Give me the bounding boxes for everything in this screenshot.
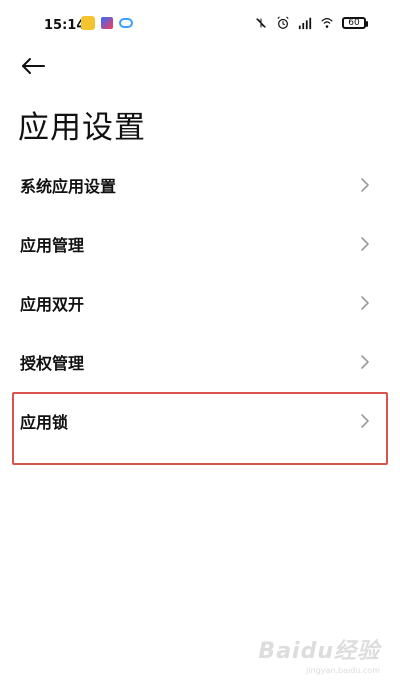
vibrate-icon	[254, 16, 268, 30]
watermark-url: jingyan.baidu.com	[306, 666, 380, 675]
wifi-icon	[320, 16, 334, 30]
status-bar: 15:14 60	[0, 0, 400, 46]
settings-list: 系统应用设置 应用管理 应用双开 授权管理 应用锁	[0, 155, 400, 450]
status-time: 15:14	[44, 18, 86, 33]
menu-item-app-lock[interactable]: 应用锁	[0, 391, 400, 450]
bike-icon	[119, 18, 133, 28]
chevron-right-icon	[360, 236, 370, 252]
menu-item-app-management[interactable]: 应用管理	[0, 214, 400, 273]
menu-item-label: 应用双开	[20, 294, 85, 314]
back-button[interactable]	[16, 54, 50, 82]
menu-item-label: 应用锁	[20, 412, 69, 432]
arrow-left-icon	[20, 56, 46, 80]
menu-item-dual-apps[interactable]: 应用双开	[0, 273, 400, 332]
menu-item-label: 授权管理	[20, 353, 85, 373]
menu-item-system-app-settings[interactable]: 系统应用设置	[0, 155, 400, 214]
menu-item-label: 系统应用设置	[20, 176, 117, 196]
chevron-right-icon	[360, 295, 370, 311]
page-title: 应用设置	[18, 110, 146, 146]
notification-icons	[81, 16, 133, 30]
menu-item-permissions[interactable]: 授权管理	[0, 332, 400, 391]
app-notification-icon	[81, 16, 95, 30]
watermark-logo: Baidu经验	[258, 639, 380, 664]
menu-item-label: 应用管理	[20, 235, 85, 255]
alarm-icon	[276, 16, 290, 30]
chevron-right-icon	[360, 413, 370, 429]
battery-icon: 60	[342, 17, 368, 29]
chevron-right-icon	[360, 354, 370, 370]
signal-icon	[298, 16, 312, 30]
chevron-right-icon	[360, 177, 370, 193]
app-notification-icon	[101, 17, 113, 29]
system-status-icons: 60	[254, 16, 368, 30]
